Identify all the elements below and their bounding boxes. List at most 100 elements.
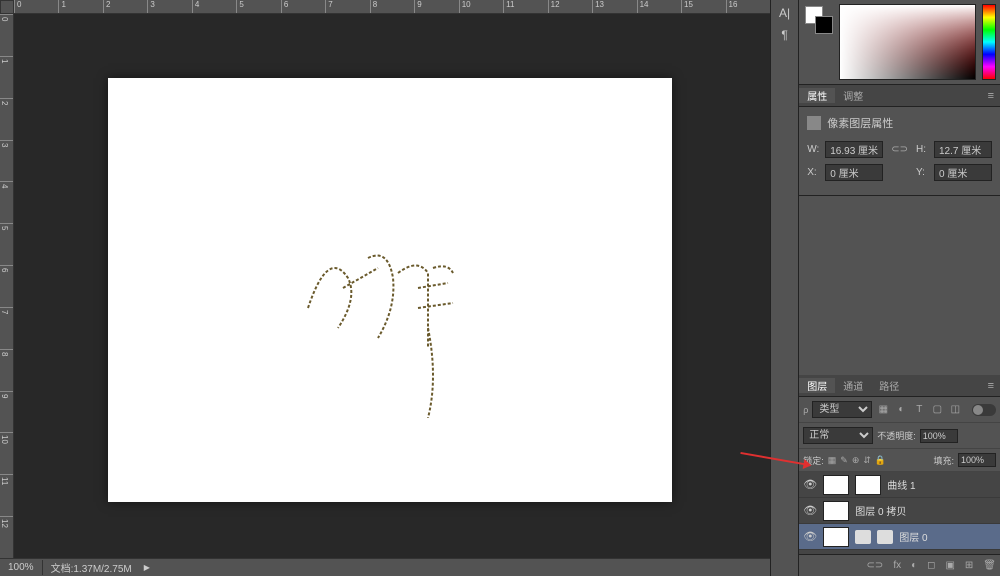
fx-icon[interactable]: fx xyxy=(893,560,901,571)
width-field: W: xyxy=(807,141,883,158)
h-label: H: xyxy=(916,144,930,155)
ruler-tick: 7 xyxy=(0,307,13,349)
x-field: X: xyxy=(807,164,883,181)
filter-smart-icon[interactable]: ◫ xyxy=(948,403,962,417)
ruler-tick: 2 xyxy=(0,98,13,140)
properties-title: 像素图层属性 xyxy=(827,115,893,131)
y-label: Y: xyxy=(916,167,930,178)
link-layers-icon[interactable]: ⊂⊃ xyxy=(867,560,884,571)
ruler-tick: 5 xyxy=(0,223,13,265)
fill-input[interactable] xyxy=(958,453,996,467)
swatch-block[interactable] xyxy=(803,4,833,80)
opacity-input[interactable] xyxy=(920,429,958,443)
filter-adjust-icon[interactable]: ◐ xyxy=(894,403,908,417)
layer-name[interactable]: 图层 0 拷贝 xyxy=(855,503,906,518)
layer-thumbnail[interactable] xyxy=(823,475,849,495)
ruler-tick: 11 xyxy=(0,474,13,516)
ruler-tick: 1 xyxy=(58,0,102,13)
filter-shape-icon[interactable]: ▢ xyxy=(930,403,944,417)
ruler-tick: 14 xyxy=(637,0,681,13)
tab-layers[interactable]: 图层 xyxy=(799,378,835,393)
properties-tabs: 属性 调整 ≡ xyxy=(799,85,1000,107)
mask-icon[interactable]: ◐ xyxy=(911,560,917,571)
filter-text-icon[interactable]: T xyxy=(912,403,926,417)
tab-adjust[interactable]: 调整 xyxy=(835,88,871,103)
ruler-tick: 6 xyxy=(0,265,13,307)
ruler-tick: 5 xyxy=(236,0,280,13)
hue-strip[interactable] xyxy=(982,4,996,80)
filter-kind-select[interactable]: 类型 xyxy=(812,401,872,418)
layer-name[interactable]: 曲线 1 xyxy=(887,477,915,492)
layer-item[interactable]: 👁 曲线 1 xyxy=(799,472,1000,498)
lock-artboard-icon[interactable]: ⇵ xyxy=(863,455,871,466)
layer-filter-row: ρ 类型 ▦ ◐ T ▢ ◫ xyxy=(799,397,1000,423)
ruler-tick: 12 xyxy=(0,516,13,558)
pixel-layer-icon xyxy=(807,116,821,130)
ruler-horizontal: 012345678910111213141516 xyxy=(14,0,770,14)
filter-pixel-icon[interactable]: ▦ xyxy=(876,403,890,417)
layer-item[interactable]: 👁 图层 0 拷贝 xyxy=(799,498,1000,524)
status-arrow-icon[interactable]: ▶ xyxy=(144,563,150,572)
height-field: H: xyxy=(916,141,992,158)
lock-pixels-icon[interactable]: ▦ xyxy=(828,455,837,466)
ruler-tick: 10 xyxy=(459,0,503,13)
canvas-area[interactable] xyxy=(14,14,770,558)
blend-mode-select[interactable]: 正常 xyxy=(803,427,873,444)
group-icon[interactable]: ▣ xyxy=(945,560,954,571)
y-input[interactable] xyxy=(934,164,992,181)
y-field: Y: xyxy=(916,164,992,181)
link-wh-icon[interactable]: ⊂⊃ xyxy=(891,144,908,155)
ruler-tick: 10 xyxy=(0,432,13,474)
ruler-tick: 12 xyxy=(548,0,592,13)
visibility-eye-icon[interactable]: 👁 xyxy=(803,478,817,491)
ruler-tick: 9 xyxy=(414,0,458,13)
ruler-tick: 3 xyxy=(0,140,13,182)
ruler-tick: 9 xyxy=(0,391,13,433)
layers-menu-icon[interactable]: ≡ xyxy=(982,380,1000,392)
layers-panel: ρ 类型 ▦ ◐ T ▢ ◫ 正常 不透明度: 锁定: ▦ ✎ ⊕ ⇵ 🔒 xyxy=(799,397,1000,576)
text-tool-icon[interactable]: A| xyxy=(779,6,790,20)
visibility-eye-icon[interactable]: 👁 xyxy=(803,530,817,543)
lock-brush-icon[interactable]: ✎ xyxy=(840,455,848,466)
background-swatch[interactable] xyxy=(815,16,833,34)
ruler-tick: 6 xyxy=(281,0,325,13)
paragraph-tool-icon[interactable]: ¶ xyxy=(781,28,787,42)
layer-item[interactable]: 👁 图层 0 xyxy=(799,524,1000,550)
w-label: W: xyxy=(807,144,821,155)
width-input[interactable] xyxy=(825,141,883,158)
ruler-tick: 16 xyxy=(726,0,770,13)
x-input[interactable] xyxy=(825,164,883,181)
ruler-tick: 2 xyxy=(103,0,147,13)
panel-menu-icon[interactable]: ≡ xyxy=(982,90,1000,102)
properties-panel: 像素图层属性 W: ⊂⊃ H: X: ⊂⊃ xyxy=(799,107,1000,196)
layer-thumbnail[interactable] xyxy=(823,501,849,521)
ruler-tick: 13 xyxy=(592,0,636,13)
right-panel: A| ¶ 属性 调整 ≡ 像素图层属性 W: xyxy=(770,0,1000,576)
ruler-tick: 15 xyxy=(681,0,725,13)
panels-column: 属性 调整 ≡ 像素图层属性 W: ⊂⊃ H: xyxy=(799,0,1000,576)
tab-channels[interactable]: 通道 xyxy=(835,378,871,393)
layer-list: 👁 曲线 1 👁 图层 0 拷贝 👁 图层 0 xyxy=(799,472,1000,554)
zoom-level[interactable]: 100% xyxy=(0,562,42,573)
color-picker[interactable] xyxy=(839,4,976,80)
signature-strokes xyxy=(278,218,538,418)
tab-paths[interactable]: 路径 xyxy=(871,378,907,393)
layer-name[interactable]: 图层 0 xyxy=(899,529,927,544)
ruler-corner xyxy=(0,0,14,14)
trash-icon[interactable]: 🗑 xyxy=(983,560,996,571)
canvas[interactable] xyxy=(108,78,672,502)
doc-info[interactable]: 文档:1.37M/2.75M xyxy=(42,560,140,575)
height-input[interactable] xyxy=(934,141,992,158)
layer-mask-thumbnail[interactable] xyxy=(855,475,881,495)
lock-position-icon[interactable]: ⊕ xyxy=(852,455,860,466)
adjustment-icon[interactable]: ◻ xyxy=(927,560,935,571)
visibility-eye-icon[interactable]: 👁 xyxy=(803,504,817,517)
new-layer-icon[interactable]: ⊞ xyxy=(965,560,973,571)
layer-thumbnail[interactable] xyxy=(823,527,849,547)
tab-properties[interactable]: 属性 xyxy=(799,88,835,103)
filter-prefix-icon: ρ xyxy=(803,405,808,415)
lock-all-icon[interactable]: 🔒 xyxy=(875,455,886,466)
filter-toggle[interactable] xyxy=(972,404,996,416)
cursor-chip xyxy=(855,530,871,544)
layer-blend-row: 正常 不透明度: xyxy=(799,423,1000,449)
